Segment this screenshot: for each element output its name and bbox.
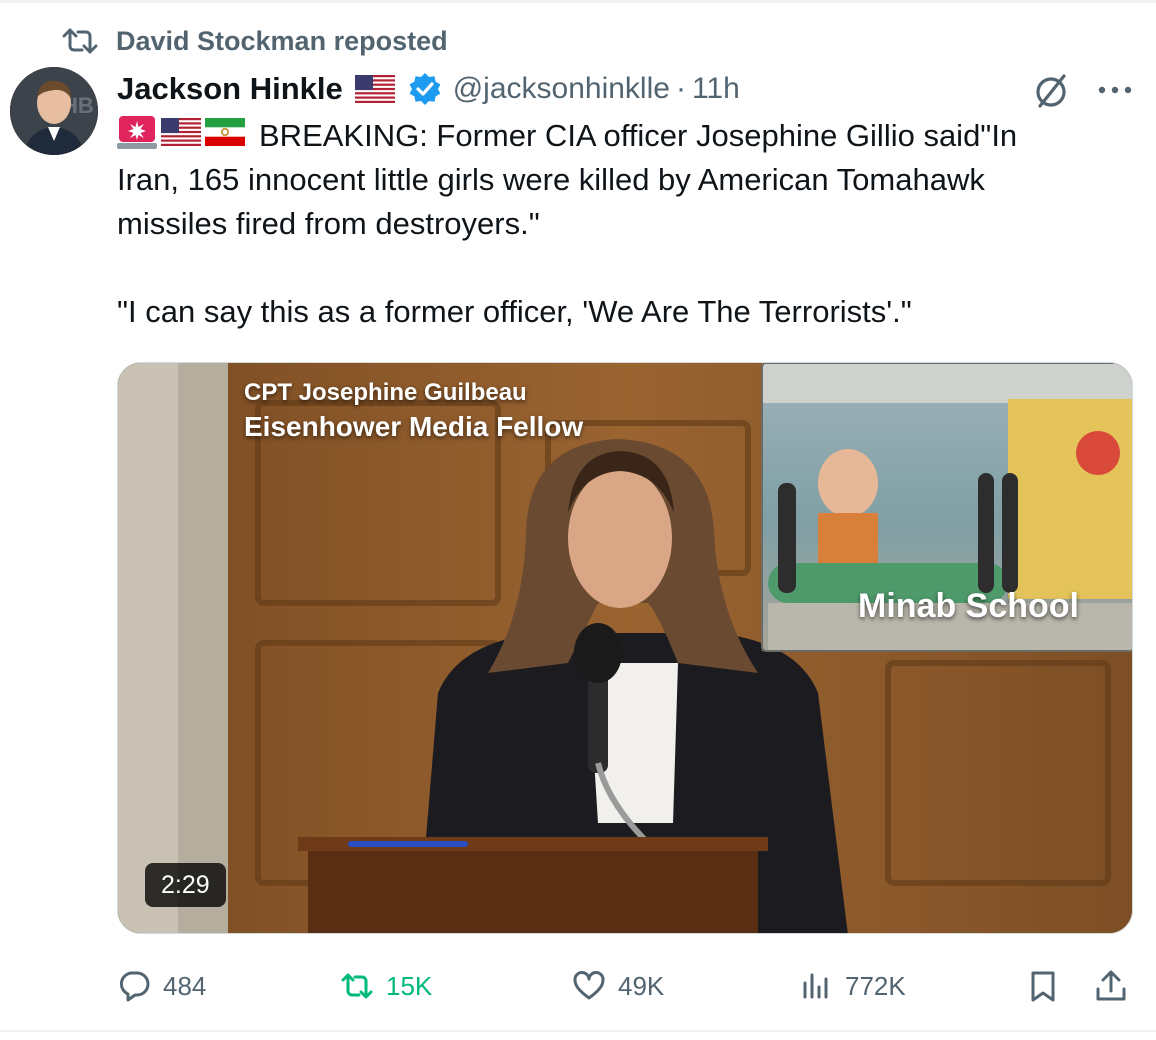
avatar-image: HB [10, 67, 98, 155]
views-count: 772K [845, 970, 906, 1001]
share-icon [1096, 970, 1126, 1001]
tweet-text-line-4: "I can say this as a former officer, 'We… [117, 294, 912, 329]
repost-context[interactable]: David Stockman reposted [62, 24, 448, 58]
tweet-line-1: BREAKING: Former CIA officer Josephine G… [117, 114, 1127, 158]
video-thumbnail [118, 363, 1132, 933]
author-handle[interactable]: @jacksonhinklle [453, 72, 670, 106]
caption-title: Eisenhower Media Fellow [244, 411, 584, 442]
views-button[interactable]: 772K [799, 964, 906, 1008]
emoji-group [117, 114, 249, 150]
tweet-header: Jackson Hinkle @jacksonhinklle · 11h [117, 68, 740, 110]
repost-button[interactable]: 15K [340, 964, 432, 1008]
repost-action-icon [341, 973, 373, 999]
inset-label: Minab School [858, 587, 1079, 625]
repost-icon [62, 28, 98, 54]
verified-badge-icon [409, 73, 441, 105]
like-count: 49K [618, 970, 665, 1001]
us-flag-icon [354, 75, 395, 103]
like-button[interactable]: 49K [572, 964, 664, 1008]
avatar[interactable]: HB [10, 67, 98, 155]
author-name[interactable]: Jackson Hinkle [117, 71, 343, 107]
timestamp[interactable]: 11h [692, 72, 740, 106]
bookmark-button[interactable] [1026, 964, 1060, 1008]
video-caption: CPT Josephine Guilbeau Eisenhower Media … [244, 377, 583, 445]
us-flag-emoji [161, 118, 201, 146]
tweet-body: BREAKING: Former CIA officer Josephine G… [117, 114, 1127, 246]
more-options-icon[interactable] [1097, 84, 1133, 96]
caption-name: CPT Josephine Guilbeau [244, 379, 527, 406]
repost-count: 15K [386, 970, 433, 1001]
tweet-text-line-2: Iran, 165 innocent little girls were kil… [117, 162, 985, 197]
bookmark-icon [1031, 971, 1055, 1002]
siren-emoji [117, 116, 157, 149]
tweet-text-line-3: missiles fired from destroyers." [117, 206, 540, 241]
repost-label: David Stockman reposted [116, 25, 448, 56]
grok-icon[interactable] [1030, 70, 1072, 112]
views-chart-icon [803, 973, 828, 999]
reply-count: 484 [163, 970, 207, 1001]
reply-button[interactable]: 484 [117, 964, 206, 1008]
tweet-text-line-1: BREAKING: Former CIA officer Josephine G… [259, 118, 1018, 153]
bottom-divider [0, 1030, 1156, 1032]
separator-dot: · [675, 72, 686, 105]
video-duration-badge: 2:29 [145, 863, 226, 907]
share-button[interactable] [1094, 964, 1128, 1008]
iran-flag-emoji [205, 118, 245, 146]
video-player[interactable]: CPT Josephine Guilbeau Eisenhower Media … [117, 362, 1133, 934]
reply-icon [119, 971, 150, 1002]
heart-icon [573, 971, 605, 1000]
top-divider [0, 0, 1156, 3]
